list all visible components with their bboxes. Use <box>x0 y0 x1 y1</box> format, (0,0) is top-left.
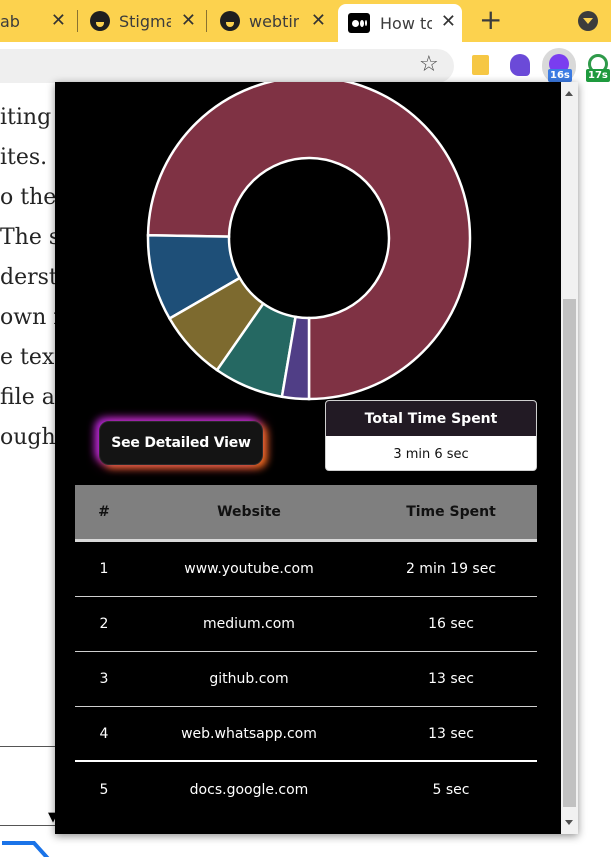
table-header: # Website Time Spent <box>75 485 537 542</box>
see-detailed-view-button[interactable]: See Detailed View <box>99 421 263 465</box>
total-time-value: 3 min 6 sec <box>326 436 536 470</box>
article-line: e text <box>0 345 64 370</box>
bookmark-star-icon[interactable]: ☆ <box>419 54 439 76</box>
row-website: web.whatsapp.com <box>181 725 317 742</box>
time-donut-chart <box>146 82 472 401</box>
popup-scrollbar[interactable] <box>561 82 578 834</box>
article-line: iting <box>0 105 52 130</box>
medium-icon <box>348 13 370 33</box>
tab-title: webtim <box>249 11 299 31</box>
head-extension-icon[interactable] <box>507 52 533 78</box>
tab-separator <box>206 10 207 32</box>
browser-window: iting ites. I o the The si dersta own n … <box>0 0 611 857</box>
article-line: ites. I <box>0 145 63 170</box>
row-time: 13 sec <box>428 725 474 742</box>
row-index: 4 <box>99 725 109 742</box>
extension-badge: 16s <box>548 69 572 82</box>
tab-medium-active[interactable]: How to ✕ <box>338 4 462 42</box>
scrollbar-thumb[interactable] <box>563 299 576 807</box>
tab-strip: ab ✕ Stigmat ✕ webtim ✕ How to ✕ + <box>0 0 611 42</box>
github-icon <box>90 11 110 31</box>
table-row: 4 web.whatsapp.com 13 sec <box>75 707 537 762</box>
tab-github-stigmat[interactable]: Stigmat ✕ <box>90 0 202 42</box>
notes-extension-icon[interactable] <box>468 52 494 78</box>
row-website: docs.google.com <box>189 781 309 798</box>
tab-title: How to <box>380 13 432 33</box>
column-header-time: Time Spent <box>406 504 496 520</box>
new-tab-icon[interactable]: + <box>479 6 502 34</box>
tab-partial[interactable]: ab ✕ <box>0 0 72 42</box>
tab-title: ab <box>0 11 20 31</box>
table-row: 2 medium.com 16 sec <box>75 597 537 652</box>
column-header-website: Website <box>217 504 281 520</box>
extension-badge: 17s <box>586 69 610 82</box>
tab-github-webtime[interactable]: webtim ✕ <box>220 0 332 42</box>
close-icon[interactable]: ✕ <box>311 12 326 30</box>
close-icon[interactable]: ✕ <box>441 13 456 31</box>
row-index: 3 <box>99 671 109 687</box>
tab-separator <box>77 10 78 32</box>
row-index: 1 <box>99 561 109 577</box>
total-time-header: Total Time Spent <box>326 401 536 436</box>
address-bar[interactable] <box>0 49 454 83</box>
close-icon[interactable]: ✕ <box>51 12 66 30</box>
close-icon[interactable]: ✕ <box>181 12 196 30</box>
websites-table: # Website Time Spent 1 www.youtube.com 2… <box>75 485 537 817</box>
row-time: 2 min 19 sec <box>405 561 497 577</box>
github-icon <box>220 11 240 31</box>
row-website: github.com <box>209 671 289 687</box>
row-index: 2 <box>99 616 109 632</box>
row-time: 13 sec <box>428 671 474 687</box>
background-shape <box>2 841 50 857</box>
row-time: 5 sec <box>432 781 470 798</box>
article-line: file a <box>0 385 55 410</box>
table-row: 1 www.youtube.com 2 min 19 sec <box>75 542 537 597</box>
tab-title: Stigmat <box>119 11 171 31</box>
row-time: 16 sec <box>428 616 474 632</box>
table-row: 3 github.com 13 sec <box>75 652 537 707</box>
row-index: 5 <box>99 781 109 798</box>
article-line: o the <box>0 185 57 210</box>
total-time-card: Total Time Spent 3 min 6 sec <box>325 400 537 471</box>
scroll-down-icon[interactable] <box>565 820 573 825</box>
scroll-up-icon[interactable] <box>565 91 573 96</box>
table-row: 5 docs.google.com 5 sec <box>75 762 537 817</box>
column-header-index: # <box>98 504 110 520</box>
row-website: medium.com <box>203 616 295 632</box>
row-website: www.youtube.com <box>184 561 314 577</box>
tab-search-icon[interactable] <box>578 11 598 31</box>
extension-popup: See Detailed View Total Time Spent 3 min… <box>55 82 578 834</box>
